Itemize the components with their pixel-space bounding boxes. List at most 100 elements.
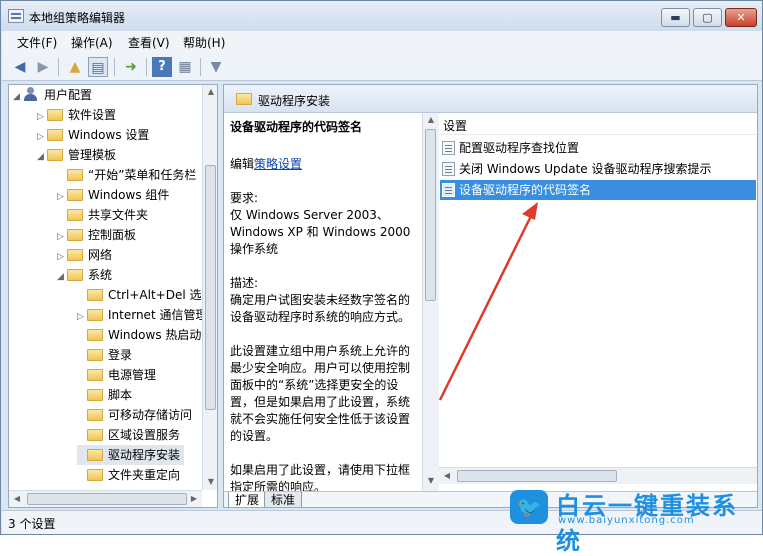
tab-extended[interactable]: 扩展 [228, 492, 267, 507]
tree-horizontal-scrollbar[interactable]: ◀ ▶ [9, 490, 202, 507]
description-line: 就不会实施任何安全性低于该设置 [230, 412, 411, 426]
properties-icon[interactable]: ▦ [175, 57, 195, 77]
tree-item[interactable]: 可移动存储访问 [77, 405, 192, 425]
tree-item[interactable]: ▷ 控制面板 [57, 225, 136, 245]
export-list-icon[interactable]: ➜ [121, 57, 141, 77]
folder-icon [87, 469, 103, 481]
folder-icon [87, 309, 103, 321]
scroll-thumb[interactable] [27, 493, 187, 505]
minimize-button[interactable]: ▬ [661, 8, 690, 27]
folder-icon [67, 229, 83, 241]
settings-horizontal-scrollbar[interactable]: ◀ [439, 467, 757, 484]
tree-item[interactable]: ▷ 软件设置 [37, 105, 116, 125]
up-folder-icon[interactable]: ▲ [65, 57, 85, 77]
scroll-left-icon[interactable]: ◀ [10, 494, 24, 503]
description-title: 设备驱动程序的代码签名 [230, 120, 363, 134]
folder-icon [87, 429, 103, 441]
folder-icon [87, 349, 103, 361]
requirements-line: Windows XP 和 Windows 2000 [230, 225, 411, 239]
forward-icon[interactable]: ▶ [33, 57, 53, 77]
description-line: 设备驱动程序时系统的响应方式。 [230, 310, 411, 324]
scroll-right-icon[interactable]: ▶ [187, 494, 201, 503]
expand-icon[interactable]: ▷ [37, 127, 47, 147]
tree-item[interactable]: 区域设置服务 [77, 425, 180, 445]
tree-item[interactable]: ▷ Windows 组件 [57, 185, 169, 205]
settings-column-header[interactable]: 设置 [439, 113, 757, 135]
tree-item[interactable]: 登录 [77, 345, 132, 365]
scroll-thumb[interactable] [457, 470, 617, 482]
scroll-up-icon[interactable]: ▲ [424, 115, 438, 124]
description-scrollbar[interactable]: ▲ ▼ [422, 113, 439, 491]
tree-item[interactable]: ▷ Internet 通信管理 [77, 305, 207, 325]
filter-icon[interactable]: ▼ [206, 57, 226, 77]
bird-icon: 🐦 [510, 490, 548, 524]
tree-item[interactable]: ◢ 管理模板 [37, 145, 116, 165]
folder-icon [47, 149, 63, 161]
menu-file[interactable]: 文件(F) [17, 34, 57, 51]
requirements-label: 要求: [230, 191, 259, 205]
tree-item[interactable]: ▷ Windows 设置 [37, 125, 149, 145]
collapse-icon[interactable]: ◢ [37, 147, 47, 167]
tree-item[interactable]: 文件夹重定向 [77, 465, 180, 485]
toolbar-separator [146, 58, 147, 76]
tree-vertical-scrollbar[interactable]: ▲ ▼ [202, 85, 217, 490]
settings-row[interactable]: 关闭 Windows Update 设备驱动程序搜索提示 [440, 159, 756, 179]
expand-icon[interactable]: ▷ [57, 187, 67, 207]
window: 本地组策略编辑器 ▬ ▢ ✕ 文件(F) 操作(A) 查看(V) 帮助(H) ◀… [0, 0, 763, 535]
scroll-down-icon[interactable]: ▼ [424, 476, 438, 485]
scroll-thumb[interactable] [205, 165, 216, 410]
policy-setting-icon [442, 141, 455, 155]
maximize-button[interactable]: ▢ [693, 8, 722, 27]
description-line: 此设置建立组中用户系统上允许的 [230, 344, 411, 358]
scroll-left-icon[interactable]: ◀ [440, 471, 454, 480]
tree-item[interactable]: 电源管理 [77, 365, 156, 385]
tab-standard[interactable]: 标准 [264, 492, 303, 507]
close-button[interactable]: ✕ [725, 8, 757, 27]
requirements-line: 操作系统 [230, 242, 279, 256]
toolbar-separator [114, 58, 115, 76]
folder-icon [67, 269, 83, 281]
folder-icon [87, 289, 103, 301]
show-hide-tree-icon[interactable]: ▤ [88, 57, 108, 77]
tree-item[interactable]: ▷ 网络 [57, 245, 112, 265]
folder-icon [47, 109, 63, 121]
pane-title: 驱动程序安装 [258, 94, 331, 108]
menu-action[interactable]: 操作(A) [71, 34, 113, 51]
settings-row[interactable]: 配置驱动程序查找位置 [440, 138, 756, 158]
folder-icon [67, 169, 83, 181]
scroll-up-icon[interactable]: ▲ [204, 87, 217, 96]
details-pane: 驱动程序安装 设备驱动程序的代码签名 编辑策略设置 要求: 仅 Windows … [223, 84, 758, 508]
expand-icon[interactable]: ▷ [37, 107, 47, 127]
menu-view[interactable]: 查看(V) [128, 34, 170, 51]
scroll-down-icon[interactable]: ▼ [204, 477, 217, 486]
edit-policy-link[interactable]: 策略设置 [254, 157, 302, 171]
folder-icon [87, 369, 103, 381]
tree-item[interactable]: ◢ 系统 [57, 265, 112, 285]
tree-pane: ◢ 用户配置 ▷ 软件设置 ▷ Windows 设置 ◢ 管理模板 “开始”菜单和任务栏… [8, 84, 218, 508]
app-icon [8, 9, 24, 23]
policy-setting-icon [442, 183, 455, 197]
expand-icon[interactable]: ▷ [57, 227, 67, 247]
help-icon[interactable]: ? [152, 57, 172, 77]
scroll-thumb[interactable] [425, 129, 436, 301]
tree-item[interactable]: Ctrl+Alt+Del 选项 [77, 285, 213, 305]
expand-icon[interactable]: ▷ [77, 307, 87, 327]
collapse-icon[interactable]: ◢ [57, 267, 67, 287]
description-label: 描述: [230, 276, 259, 290]
tree-item[interactable]: Windows 热启动 [77, 325, 201, 345]
requirements-line: 仅 Windows Server 2003、 [230, 208, 389, 222]
description-line: 指定所需的响应。 [230, 480, 327, 491]
tree-item[interactable]: “开始”菜单和任务栏 [57, 165, 196, 185]
window-title: 本地组策略编辑器 [29, 11, 126, 25]
expand-icon[interactable]: ▷ [57, 247, 67, 267]
tree-item[interactable]: 脚本 [77, 385, 132, 405]
toolbar: ◀ ▶ ▲ ▤ ➜ ? ▦ ▼ [2, 53, 762, 81]
tree-item-user-config[interactable]: ◢ 用户配置 [13, 85, 92, 105]
watermark: 🐦 白云一键重装系统 www.baiyunxitong.com [506, 488, 758, 555]
tree-item-selected[interactable]: 驱动程序安装 [77, 445, 185, 465]
menu-help[interactable]: 帮助(H) [183, 34, 225, 51]
tree-item[interactable]: 共享文件夹 [57, 205, 148, 225]
collapse-icon[interactable]: ◢ [13, 87, 23, 107]
settings-row-selected[interactable]: 设备驱动程序的代码签名 [440, 180, 756, 200]
back-icon[interactable]: ◀ [10, 57, 30, 77]
